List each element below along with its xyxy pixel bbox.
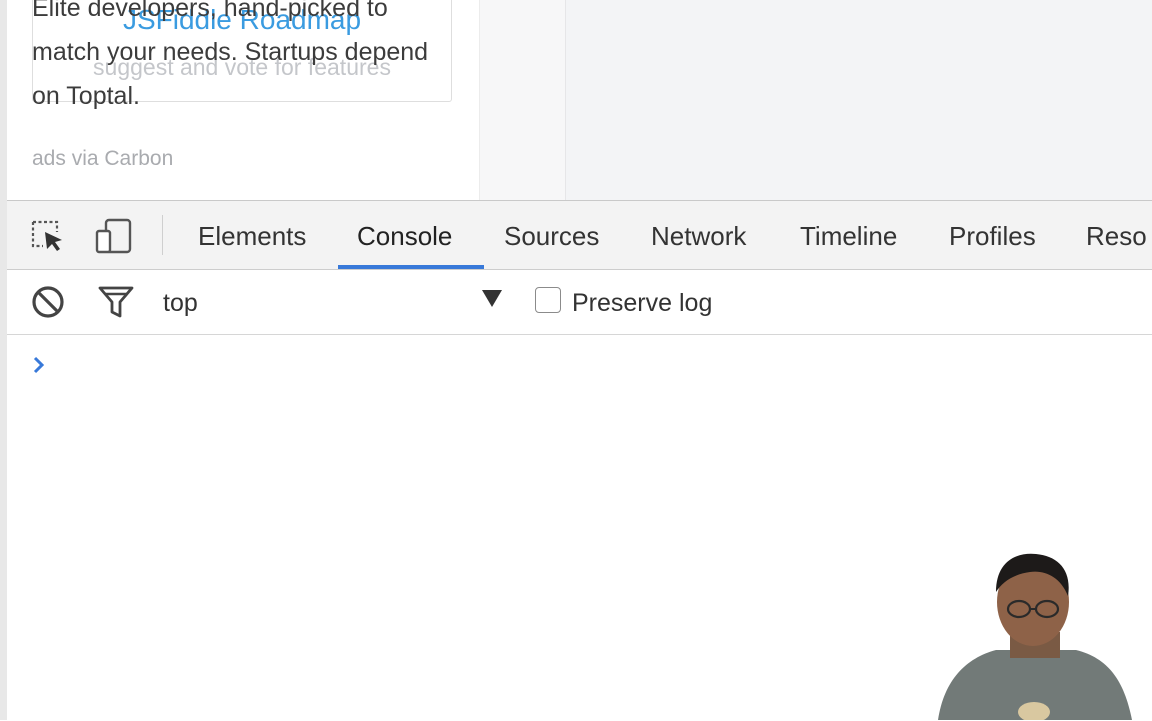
- active-tab-indicator: [338, 265, 484, 269]
- web-page: JSFiddle Roadmap suggest and vote for fe…: [7, 0, 1152, 200]
- preserve-log-label[interactable]: Preserve log: [572, 270, 712, 334]
- filter-icon[interactable]: [97, 284, 134, 320]
- inspect-element-icon[interactable]: [29, 218, 65, 252]
- tab-resources[interactable]: Reso: [1086, 201, 1147, 269]
- tab-network[interactable]: Network: [651, 201, 746, 269]
- ad-text[interactable]: Elite developers, hand-picked to match y…: [32, 0, 462, 118]
- devtools-tab-bar: Elements Console Sources Network Timelin…: [7, 201, 1152, 270]
- tab-profiles[interactable]: Profiles: [949, 201, 1036, 269]
- context-select[interactable]: top: [163, 270, 198, 334]
- preserve-log-checkbox[interactable]: [535, 287, 561, 313]
- window-left-edge: [0, 0, 7, 720]
- page-panel-divider: [480, 0, 566, 200]
- ad-via-link[interactable]: ads via Carbon: [32, 147, 173, 171]
- result-panel: [566, 0, 1152, 200]
- tab-elements[interactable]: Elements: [198, 201, 306, 269]
- device-mode-icon[interactable]: [95, 218, 132, 254]
- chevron-right-icon: [31, 355, 47, 375]
- chevron-down-icon[interactable]: [482, 290, 502, 307]
- clear-console-icon[interactable]: [30, 284, 66, 320]
- ad-column: JSFiddle Roadmap suggest and vote for fe…: [7, 0, 480, 200]
- presenter-webcam: [926, 540, 1152, 720]
- tab-console[interactable]: Console: [357, 201, 452, 269]
- tab-timeline[interactable]: Timeline: [800, 201, 897, 269]
- tab-sources[interactable]: Sources: [504, 201, 599, 269]
- console-toolbar: top Preserve log: [7, 270, 1152, 335]
- toolbar-separator: [162, 215, 163, 255]
